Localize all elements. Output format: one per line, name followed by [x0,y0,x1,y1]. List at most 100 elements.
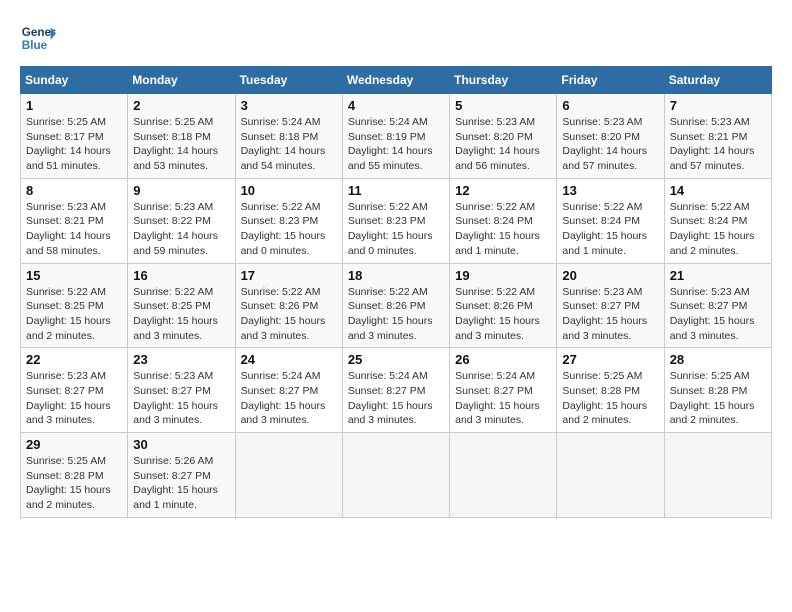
day-info: Sunrise: 5:24 AM Sunset: 8:19 PM Dayligh… [348,115,444,174]
page-header: General Blue [20,20,772,56]
calendar-cell [450,433,557,518]
day-number: 26 [455,352,551,367]
calendar-week-row: 8Sunrise: 5:23 AM Sunset: 8:21 PM Daylig… [21,178,772,263]
calendar-cell [664,433,771,518]
calendar-table: SundayMondayTuesdayWednesdayThursdayFrid… [20,66,772,518]
calendar-week-row: 22 Sunrise: 5:23 AM Sunset: 8:27 PM Dayli… [21,348,772,433]
day-number: 27 [562,352,658,367]
day-info: Sunrise: 5:22 AM Sunset: 8:24 PM Dayligh… [562,200,658,259]
day-number: 19 [455,268,551,283]
calendar-cell: 1Sunrise: 5:25 AM Sunset: 8:17 PM Daylig… [21,94,128,179]
logo-icon: General Blue [20,20,56,56]
calendar-cell [235,433,342,518]
calendar-cell: 28Sunrise: 5:25 AM Sunset: 8:28 PM Dayli… [664,348,771,433]
calendar-week-row: 1Sunrise: 5:25 AM Sunset: 8:17 PM Daylig… [21,94,772,179]
calendar-week-row: 15Sunrise: 5:22 AM Sunset: 8:25 PM Dayli… [21,263,772,348]
day-info: Sunrise: 5:22 AM Sunset: 8:23 PM Dayligh… [241,200,337,259]
calendar-cell: 8Sunrise: 5:23 AM Sunset: 8:21 PM Daylig… [21,178,128,263]
day-info: Sunrise: 5:25 AM Sunset: 8:28 PM Dayligh… [670,369,766,428]
calendar-cell: 5 Sunrise: 5:23 AM Sunset: 8:20 PM Daylig… [450,94,557,179]
day-info: Sunrise: 5:23 AM Sunset: 8:27 PM Dayligh… [133,369,229,428]
day-number: 21 [670,268,766,283]
day-info: Sunrise: 5:23 AM Sunset: 8:21 PM Dayligh… [26,200,122,259]
day-number: 12 [455,183,551,198]
calendar-cell: 6 Sunrise: 5:23 AM Sunset: 8:20 PM Daylig… [557,94,664,179]
weekday-header-thursday: Thursday [450,67,557,94]
calendar-cell: 24 Sunrise: 5:24 AM Sunset: 8:27 PM Dayli… [235,348,342,433]
day-number: 25 [348,352,444,367]
day-number: 4 [348,98,444,113]
day-number: 3 [241,98,337,113]
calendar-week-row: 29 Sunrise: 5:25 AM Sunset: 8:28 PM Dayli… [21,433,772,518]
day-number: 30 [133,437,229,452]
day-number: 18 [348,268,444,283]
calendar-cell [342,433,449,518]
day-number: 11 [348,183,444,198]
day-number: 14 [670,183,766,198]
day-number: 13 [562,183,658,198]
calendar-cell: 26 Sunrise: 5:24 AM Sunset: 8:27 PM Dayli… [450,348,557,433]
calendar-cell: 14 Sunrise: 5:22 AM Sunset: 8:24 PM Dayli… [664,178,771,263]
day-info: Sunrise: 5:22 AM Sunset: 8:25 PM Dayligh… [26,285,122,344]
day-number: 6 [562,98,658,113]
calendar-cell: 16 Sunrise: 5:22 AM Sunset: 8:25 PM Dayli… [128,263,235,348]
calendar-cell: 15Sunrise: 5:22 AM Sunset: 8:25 PM Dayli… [21,263,128,348]
day-number: 16 [133,268,229,283]
day-number: 7 [670,98,766,113]
calendar-cell: 13 Sunrise: 5:22 AM Sunset: 8:24 PM Dayli… [557,178,664,263]
day-info: Sunrise: 5:25 AM Sunset: 8:28 PM Dayligh… [26,454,122,513]
day-info: Sunrise: 5:24 AM Sunset: 8:18 PM Dayligh… [241,115,337,174]
calendar-cell: 23 Sunrise: 5:23 AM Sunset: 8:27 PM Dayli… [128,348,235,433]
day-info: Sunrise: 5:23 AM Sunset: 8:21 PM Dayligh… [670,115,766,174]
day-info: Sunrise: 5:24 AM Sunset: 8:27 PM Dayligh… [348,369,444,428]
weekday-header-monday: Monday [128,67,235,94]
day-info: Sunrise: 5:26 AM Sunset: 8:27 PM Dayligh… [133,454,229,513]
day-number: 23 [133,352,229,367]
svg-text:Blue: Blue [22,39,48,52]
calendar-cell: 7 Sunrise: 5:23 AM Sunset: 8:21 PM Daylig… [664,94,771,179]
calendar-cell: 18Sunrise: 5:22 AM Sunset: 8:26 PM Dayli… [342,263,449,348]
day-info: Sunrise: 5:22 AM Sunset: 8:26 PM Dayligh… [455,285,551,344]
calendar-cell: 20 Sunrise: 5:23 AM Sunset: 8:27 PM Dayli… [557,263,664,348]
day-info: Sunrise: 5:22 AM Sunset: 8:25 PM Dayligh… [133,285,229,344]
calendar-cell: 27Sunrise: 5:25 AM Sunset: 8:28 PM Dayli… [557,348,664,433]
calendar-cell: 30 Sunrise: 5:26 AM Sunset: 8:27 PM Dayli… [128,433,235,518]
day-number: 1 [26,98,122,113]
weekday-header-tuesday: Tuesday [235,67,342,94]
day-number: 10 [241,183,337,198]
day-number: 17 [241,268,337,283]
calendar-cell: 4 Sunrise: 5:24 AM Sunset: 8:19 PM Daylig… [342,94,449,179]
day-info: Sunrise: 5:23 AM Sunset: 8:20 PM Dayligh… [455,115,551,174]
day-info: Sunrise: 5:24 AM Sunset: 8:27 PM Dayligh… [455,369,551,428]
calendar-cell [557,433,664,518]
calendar-cell: 25 Sunrise: 5:24 AM Sunset: 8:27 PM Dayli… [342,348,449,433]
day-number: 22 [26,352,122,367]
weekday-header-friday: Friday [557,67,664,94]
weekday-header-wednesday: Wednesday [342,67,449,94]
day-info: Sunrise: 5:23 AM Sunset: 8:22 PM Dayligh… [133,200,229,259]
day-number: 9 [133,183,229,198]
calendar-cell: 29 Sunrise: 5:25 AM Sunset: 8:28 PM Dayli… [21,433,128,518]
day-info: Sunrise: 5:24 AM Sunset: 8:27 PM Dayligh… [241,369,337,428]
day-info: Sunrise: 5:25 AM Sunset: 8:18 PM Dayligh… [133,115,229,174]
calendar-cell: 21 Sunrise: 5:23 AM Sunset: 8:27 PM Dayli… [664,263,771,348]
day-info: Sunrise: 5:22 AM Sunset: 8:24 PM Dayligh… [670,200,766,259]
day-number: 24 [241,352,337,367]
day-info: Sunrise: 5:23 AM Sunset: 8:20 PM Dayligh… [562,115,658,174]
calendar-cell: 19 Sunrise: 5:22 AM Sunset: 8:26 PM Dayli… [450,263,557,348]
weekday-header-sunday: Sunday [21,67,128,94]
calendar-cell: 2Sunrise: 5:25 AM Sunset: 8:18 PM Daylig… [128,94,235,179]
weekday-header-saturday: Saturday [664,67,771,94]
day-info: Sunrise: 5:23 AM Sunset: 8:27 PM Dayligh… [562,285,658,344]
day-number: 29 [26,437,122,452]
calendar-cell: 22 Sunrise: 5:23 AM Sunset: 8:27 PM Dayli… [21,348,128,433]
day-number: 5 [455,98,551,113]
day-info: Sunrise: 5:22 AM Sunset: 8:24 PM Dayligh… [455,200,551,259]
day-info: Sunrise: 5:22 AM Sunset: 8:23 PM Dayligh… [348,200,444,259]
day-info: Sunrise: 5:23 AM Sunset: 8:27 PM Dayligh… [26,369,122,428]
day-number: 20 [562,268,658,283]
day-info: Sunrise: 5:23 AM Sunset: 8:27 PM Dayligh… [670,285,766,344]
calendar-cell: 3 Sunrise: 5:24 AM Sunset: 8:18 PM Daylig… [235,94,342,179]
weekday-header-row: SundayMondayTuesdayWednesdayThursdayFrid… [21,67,772,94]
day-info: Sunrise: 5:22 AM Sunset: 8:26 PM Dayligh… [241,285,337,344]
